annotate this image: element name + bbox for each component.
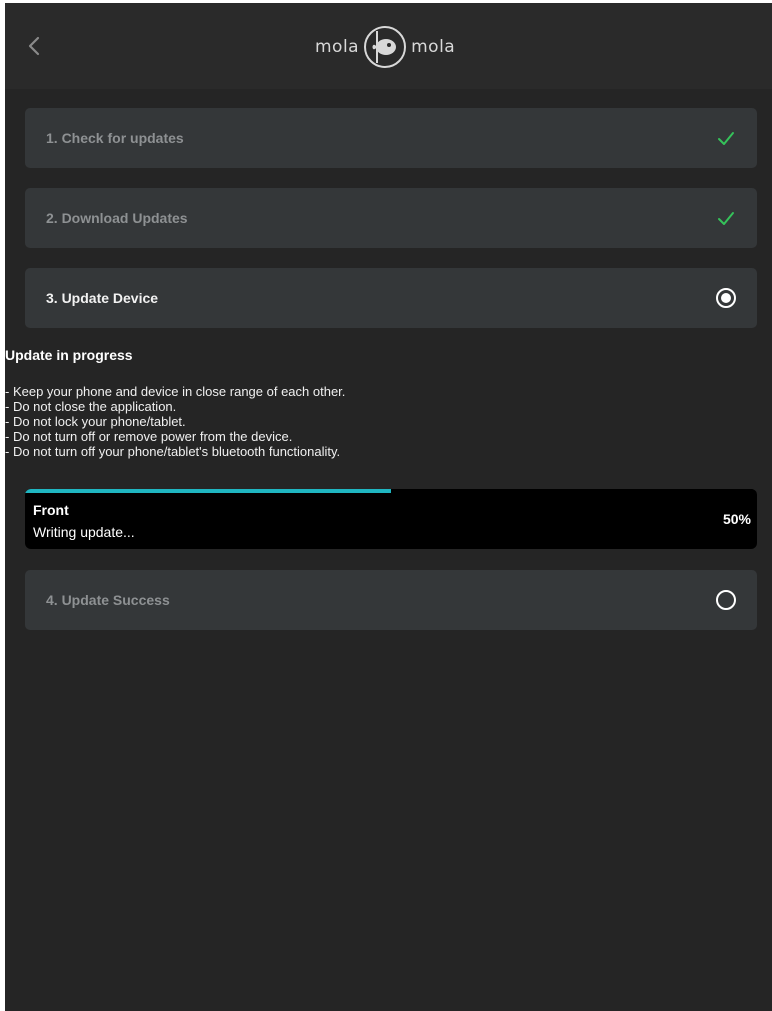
instruction-item: - Keep your phone and device in close ra…	[5, 384, 346, 399]
radio-empty-icon	[716, 590, 736, 610]
instruction-item: - Do not turn off your phone/tablet's bl…	[5, 444, 341, 459]
device-progress-card: Front Writing update... 50%	[25, 489, 757, 549]
step-label: 1. Check for updates	[46, 130, 184, 146]
step-download-updates[interactable]: 2. Download Updates	[25, 188, 757, 248]
check-icon	[718, 132, 734, 145]
app-window: mola mola 1. Check for updates 2. Downlo…	[5, 3, 772, 1011]
update-progress-title: Update in progress	[5, 347, 133, 363]
instruction-item: - Do not lock your phone/tablet.	[5, 414, 186, 429]
check-icon	[718, 212, 734, 225]
step-check-for-updates[interactable]: 1. Check for updates	[25, 108, 757, 168]
logo-word-left: mola	[315, 37, 360, 57]
step-label: 3. Update Device	[46, 290, 159, 306]
device-status-text: Writing update...	[33, 524, 135, 540]
chevron-left-icon	[28, 36, 40, 56]
device-name: Front	[33, 502, 69, 518]
step-update-device[interactable]: 3. Update Device	[25, 268, 757, 328]
instruction-item: - Do not turn off or remove power from t…	[5, 429, 293, 444]
update-instructions-list: - Keep your phone and device in close ra…	[5, 384, 345, 459]
device-progress-percent: 50%	[722, 511, 751, 527]
device-progress-fill	[25, 489, 391, 493]
step-label: 2. Download Updates	[46, 210, 188, 226]
radio-selected-icon	[716, 288, 736, 308]
step-label: 4. Update Success	[46, 592, 170, 608]
top-bar: mola mola	[5, 3, 772, 89]
step-update-success[interactable]: 4. Update Success	[25, 570, 757, 630]
sunfish-emblem-icon	[364, 26, 407, 68]
logo-word-right: mola	[411, 37, 456, 57]
back-button[interactable]	[19, 29, 49, 63]
mola-mola-logo: mola mola	[315, 25, 455, 69]
instruction-item: - Do not close the application.	[5, 399, 177, 414]
device-progress-bar	[25, 489, 757, 493]
